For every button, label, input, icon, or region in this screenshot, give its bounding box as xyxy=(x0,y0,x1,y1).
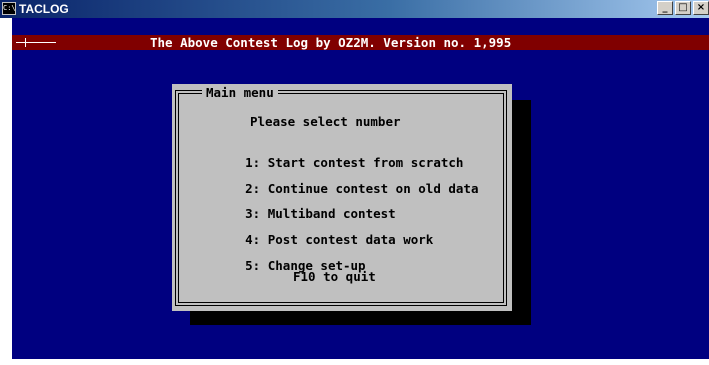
main-menu-dialog: Main menu Please select number 1: Start … xyxy=(172,84,512,311)
menu-title: Main menu xyxy=(202,85,278,100)
maximize-button[interactable]: □ xyxy=(675,1,691,15)
cross-icon-vertical xyxy=(25,38,26,47)
cross-icon xyxy=(16,42,56,43)
quit-hint: F10 to quit xyxy=(293,269,376,284)
console-top-strip xyxy=(12,18,709,34)
console-window: C:\ TACLOG _ □ × The Above Contest Log b… xyxy=(0,0,709,365)
header-title: The Above Contest Log by OZ2M. Version n… xyxy=(150,35,512,50)
title-bar[interactable]: C:\ TACLOG _ □ × xyxy=(0,0,709,18)
menu-prompt: Please select number xyxy=(250,114,401,129)
console-app-icon[interactable]: C:\ xyxy=(2,2,16,15)
close-button[interactable]: × xyxy=(693,1,709,15)
minimize-button[interactable]: _ xyxy=(657,1,673,15)
window-controls: _ □ × xyxy=(657,1,709,17)
menu-item-key: 5: xyxy=(245,258,261,273)
window-title: TACLOG xyxy=(19,2,69,16)
